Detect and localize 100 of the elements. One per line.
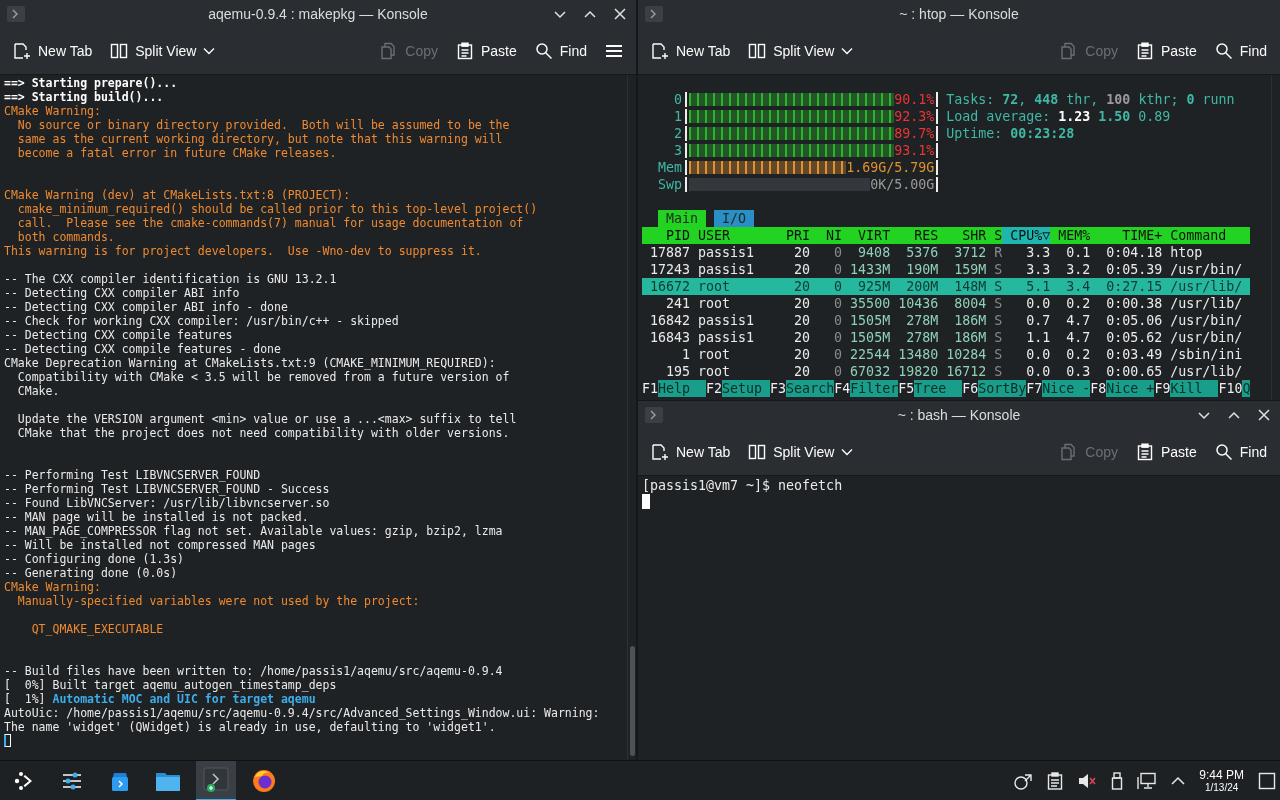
terminal-line: Manually-specified variables were not used by the project: [16, 594, 420, 608]
device-button[interactable] [1111, 771, 1124, 790]
function-key-label[interactable]: Filter [850, 380, 899, 397]
tray-expand-button[interactable] [1171, 775, 1186, 786]
table-cell-text: root [697, 278, 732, 295]
column-header[interactable]: PRI [770, 227, 811, 244]
table-cell-text: 0 [833, 244, 843, 261]
column-header[interactable]: PID [642, 227, 691, 244]
table-cell-text: 186M [953, 312, 987, 329]
taskbar-app[interactable] [196, 760, 236, 800]
find-button[interactable]: Find [1207, 437, 1274, 467]
function-key-label[interactable]: SortBy [978, 380, 1027, 397]
terminal-line: call. Please see the cmake-commands(7) manual for usage documentation of [16, 216, 524, 230]
function-key-label[interactable]: Nice - [1042, 380, 1091, 397]
table-cell-text: 0 [833, 278, 843, 295]
table-cell-text: 16842 [649, 312, 691, 329]
show-desktop-button[interactable] [1258, 771, 1276, 790]
table-cell-text: 241 [665, 295, 691, 312]
display-button[interactable] [1137, 771, 1158, 790]
split-view-button[interactable]: Split View [103, 36, 223, 66]
function-key-label[interactable]: Tree [914, 380, 963, 397]
function-key: F4 [834, 380, 851, 397]
column-header[interactable]: NI [810, 227, 843, 244]
function-key-label[interactable]: Setup [722, 380, 771, 397]
table-cell-text: 0 [833, 346, 843, 363]
table-cell-text: 20 [793, 363, 811, 380]
terminal-line: become a fatal error in future CMake releases. [16, 146, 337, 160]
function-key-label[interactable]: Kill [1170, 380, 1219, 397]
table-cell-text: 0.0 [1025, 295, 1051, 312]
table-cell-text: 4.7 [1065, 312, 1091, 329]
table-cell-text: 0.2 [1065, 346, 1091, 363]
table-cell-text: 1505M [849, 312, 891, 329]
terminal-line: No source or binary directory provided. Both will be assumed to be the [16, 118, 510, 132]
new-tab-button[interactable]: New Tab [644, 36, 738, 66]
column-header[interactable]: Command [1162, 227, 1251, 244]
clock[interactable]: 9:44 PM 1/13/24 [1199, 768, 1244, 793]
terminal-line: -- Detecting CXX compiler ABI info [4, 286, 240, 300]
volume-button[interactable] [1077, 771, 1098, 790]
table-cell-text: 5376 [905, 244, 939, 261]
table-cell-text: S [993, 363, 1003, 380]
column-header[interactable]: S [986, 227, 1003, 244]
find-button[interactable]: Find [1207, 36, 1274, 66]
table-cell-text: 1.1 [1025, 329, 1051, 346]
table-cell-text: /usr/lib/ [1169, 363, 1244, 380]
scrollbar[interactable] [627, 75, 636, 760]
clipboard-icon [1047, 771, 1064, 790]
function-key: F6 [962, 380, 979, 397]
column-header[interactable]: RES [890, 227, 939, 244]
split-view-icon [748, 42, 767, 60]
column-header[interactable]: CPU%▽ [1002, 227, 1051, 244]
tab[interactable]: Main [658, 210, 707, 227]
window-title: aqemu-0.9.4 : makepkg — Konsole [208, 6, 428, 22]
summary-line: Load average: 1.23 1.50 0.89 [946, 108, 1172, 125]
find-button[interactable]: Find [527, 36, 594, 66]
split-view-button[interactable]: Split View [741, 36, 861, 66]
split-view-button[interactable]: Split View [741, 437, 861, 467]
table-cell-text: root [697, 363, 732, 380]
terminal-line: The name 'widget' (QWidget) is already in use, defaulting to 'widget1'. [4, 720, 496, 734]
new-tab-icon [651, 42, 669, 60]
table-cell-text: passis1 [697, 261, 756, 278]
process-row[interactable]: 16672 root 20 0 925M 200M 148M S 5.1 3.4 0:27.15 /usr/lib/ [642, 278, 1251, 295]
paste-button[interactable]: Paste [1128, 36, 1204, 66]
terminal-icon [203, 766, 229, 793]
paste-button[interactable]: Paste [1128, 437, 1204, 467]
function-key-label[interactable]: Nice + [1106, 380, 1155, 397]
new-tab-button[interactable]: New Tab [6, 36, 100, 66]
column-header[interactable]: MEM% [1050, 227, 1091, 244]
clipboard-button[interactable] [1047, 771, 1064, 790]
split-view-icon [748, 443, 767, 461]
column-header[interactable]: TIME+ [1090, 227, 1163, 244]
table-cell-text: 13480 [897, 346, 939, 363]
table-cell-text: 0.0 [1025, 346, 1051, 363]
table-cell-text: 0 [833, 312, 843, 329]
table-cell-text: 925M [857, 278, 891, 295]
table-cell-text: 20 [793, 312, 811, 329]
terminal-app-icon [644, 406, 664, 424]
tab[interactable]: I/O [714, 210, 755, 227]
table-cell-text: 1433M [849, 261, 891, 278]
table-cell-text: passis1 [697, 244, 756, 261]
terminal-app-icon [644, 5, 664, 23]
table-cell-text: 16712 [945, 363, 987, 380]
column-header[interactable]: SHR [938, 227, 987, 244]
function-key: F7 [1026, 380, 1043, 397]
table-cell-text: 20 [793, 295, 811, 312]
function-key-label[interactable]: Search [786, 380, 835, 397]
column-header[interactable]: USER [690, 227, 771, 244]
terminal-line: -- Configuring done (1.3s) [4, 552, 184, 566]
table-cell-text: root [697, 346, 732, 363]
paste-button[interactable]: Paste [448, 36, 524, 66]
table-cell-text: 0:04.18 [1105, 244, 1163, 261]
function-key-label[interactable]: Help [658, 380, 707, 397]
function-key: F3 [770, 380, 787, 397]
table-cell-text: 3.3 [1025, 261, 1051, 278]
new-tab-button[interactable]: New Tab [644, 437, 738, 467]
table-cell-text: 16672 [649, 278, 691, 295]
terminal-line: CMake Warning: [4, 580, 101, 594]
function-key-label[interactable]: Q [1242, 380, 1251, 397]
terminal-line: [passis1@vm7 ~]$ neofetch [642, 477, 843, 494]
close-icon [612, 6, 628, 22]
column-header[interactable]: VIRT [842, 227, 891, 244]
